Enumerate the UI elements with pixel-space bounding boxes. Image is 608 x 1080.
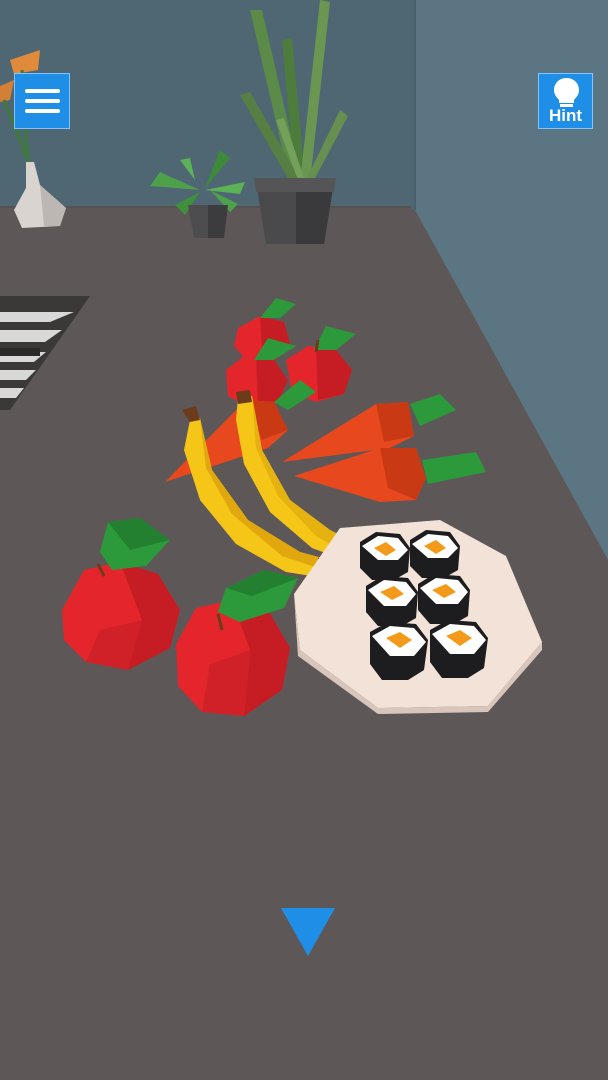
game-stage: Hint	[0, 0, 608, 1080]
sushi-piece[interactable]	[370, 622, 428, 680]
sushi-piece[interactable]	[418, 574, 470, 624]
hint-label: Hint	[548, 106, 583, 125]
sushi-piece[interactable]	[360, 532, 410, 580]
down-arrow-icon	[281, 908, 335, 956]
sushi-piece[interactable]	[366, 576, 418, 626]
sushi-piece[interactable]	[430, 620, 488, 678]
sushi-piece[interactable]	[410, 530, 460, 578]
menu-button[interactable]	[14, 73, 70, 129]
down-arrow-button[interactable]	[279, 906, 337, 958]
hint-button[interactable]: Hint	[538, 73, 593, 129]
